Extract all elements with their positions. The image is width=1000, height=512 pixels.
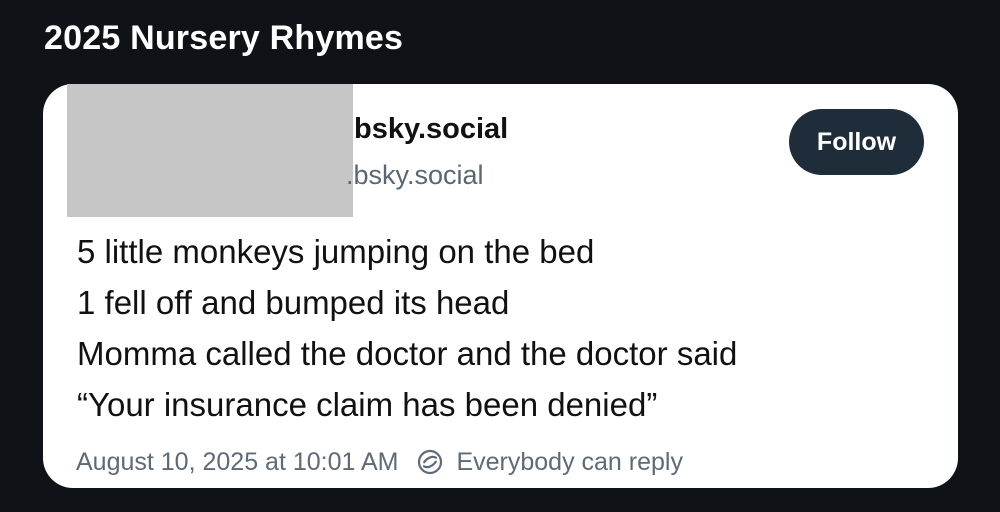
display-name[interactable]: bsky.social — [354, 110, 508, 148]
handle[interactable]: .bsky.social — [346, 158, 484, 192]
redacted-profile-image — [67, 84, 353, 217]
post-line-1: 5 little monkeys jumping on the bed — [77, 233, 595, 270]
post-line-3: Momma called the doctor and the doctor s… — [77, 335, 738, 372]
reply-settings-label: Everybody can reply — [456, 448, 683, 476]
post-card: bsky.social .bsky.social Follow 5 little… — [43, 84, 958, 488]
page-title: 2025 Nursery Rhymes — [44, 19, 404, 57]
reply-settings-icon — [416, 448, 444, 476]
timestamp[interactable]: August 10, 2025 at 10:01 AM — [76, 444, 398, 480]
reply-settings[interactable]: Everybody can reply — [416, 444, 683, 480]
bottom-background-strip — [0, 506, 1000, 512]
follow-button[interactable]: Follow — [789, 109, 924, 175]
post-text: 5 little monkeys jumping on the bed 1 fe… — [77, 226, 947, 430]
post-line-2: 1 fell off and bumped its head — [77, 284, 510, 321]
post-meta: August 10, 2025 at 10:01 AM Everybody ca… — [76, 444, 683, 480]
screenshot-page: 2025 Nursery Rhymes bsky.social .bsky.so… — [0, 0, 1000, 512]
post-line-4: “Your insurance claim has been denied” — [77, 386, 658, 423]
